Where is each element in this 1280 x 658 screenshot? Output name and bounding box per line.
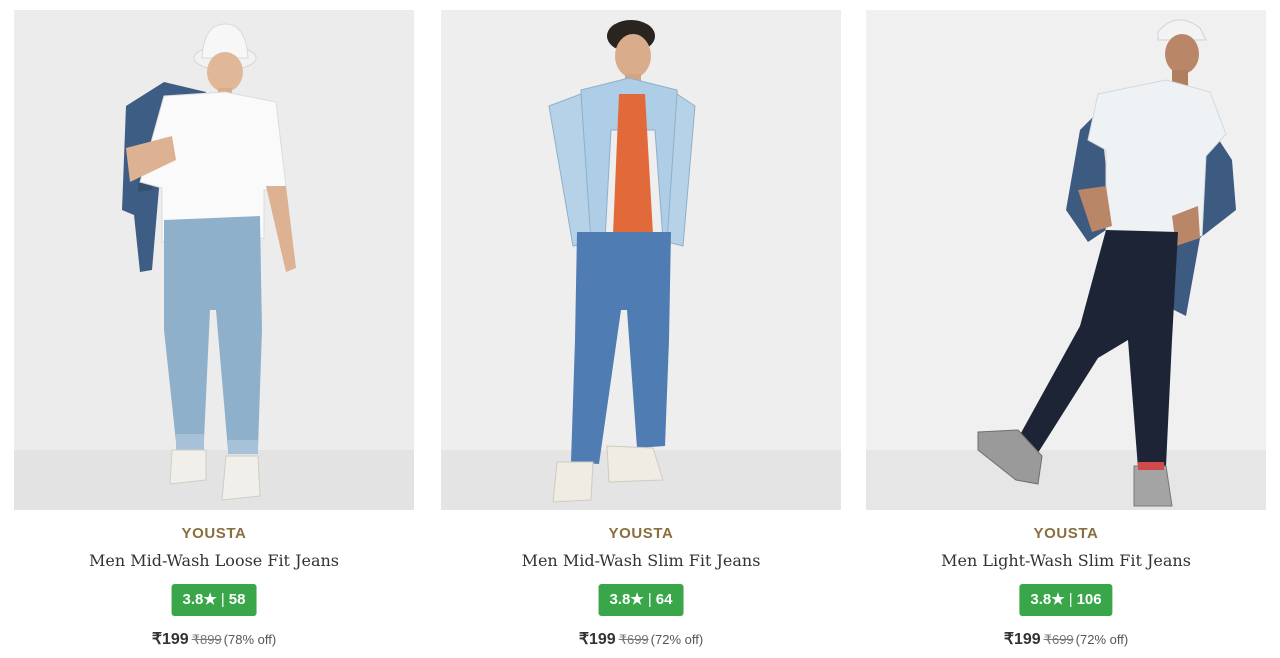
original-price: ₹699 xyxy=(1043,632,1074,647)
star-icon: ★ xyxy=(1051,591,1065,608)
price-row: ₹199 ₹699 (72% off) xyxy=(866,629,1266,649)
product-grid: YOUSTA Men Mid-Wash Loose Fit Jeans 3.8★… xyxy=(0,0,1280,658)
discount-label: (72% off) xyxy=(650,632,704,647)
product-title[interactable]: Men Mid-Wash Slim Fit Jeans xyxy=(441,551,841,570)
rating-count: 58 xyxy=(228,591,246,608)
product-title[interactable]: Men Light-Wash Slim Fit Jeans xyxy=(866,551,1266,570)
rating-badge: 3.8★ | 58 xyxy=(171,584,257,616)
rating-separator: | xyxy=(1068,591,1073,608)
price-row: ₹199 ₹699 (72% off) xyxy=(441,629,841,649)
original-price: ₹699 xyxy=(618,632,649,647)
rating-value: 3.8 xyxy=(182,591,204,608)
current-price: ₹199 xyxy=(151,631,189,648)
rating-count: 106 xyxy=(1076,591,1102,608)
rating-value: 3.8 xyxy=(609,591,631,608)
rating-value: 3.8 xyxy=(1030,591,1052,608)
discount-label: (78% off) xyxy=(223,632,277,647)
rating-separator: | xyxy=(220,591,225,608)
rating-count: 64 xyxy=(655,591,673,608)
discount-label: (72% off) xyxy=(1075,632,1129,647)
star-icon: ★ xyxy=(203,591,217,608)
star-icon: ★ xyxy=(630,591,644,608)
rating-badge: 3.8★ | 64 xyxy=(598,584,684,616)
current-price: ₹199 xyxy=(578,631,616,648)
product-brand: YOUSTA xyxy=(608,525,674,542)
product-image[interactable] xyxy=(441,10,841,510)
product-card[interactable]: YOUSTA Men Mid-Wash Loose Fit Jeans 3.8★… xyxy=(14,10,414,656)
rating-badge: 3.8★ | 106 xyxy=(1019,584,1113,616)
price-row: ₹199 ₹899 (78% off) xyxy=(14,629,414,649)
product-brand: YOUSTA xyxy=(181,525,247,542)
rating-separator: | xyxy=(647,591,652,608)
product-title[interactable]: Men Mid-Wash Loose Fit Jeans xyxy=(14,551,414,570)
current-price: ₹199 xyxy=(1003,631,1041,648)
product-card[interactable]: YOUSTA Men Light-Wash Slim Fit Jeans 3.8… xyxy=(866,10,1266,656)
product-image[interactable] xyxy=(866,10,1266,510)
product-brand: YOUSTA xyxy=(1033,525,1099,542)
original-price: ₹899 xyxy=(191,632,222,647)
product-image[interactable] xyxy=(14,10,414,510)
product-card[interactable]: YOUSTA Men Mid-Wash Slim Fit Jeans 3.8★ |… xyxy=(441,10,841,656)
